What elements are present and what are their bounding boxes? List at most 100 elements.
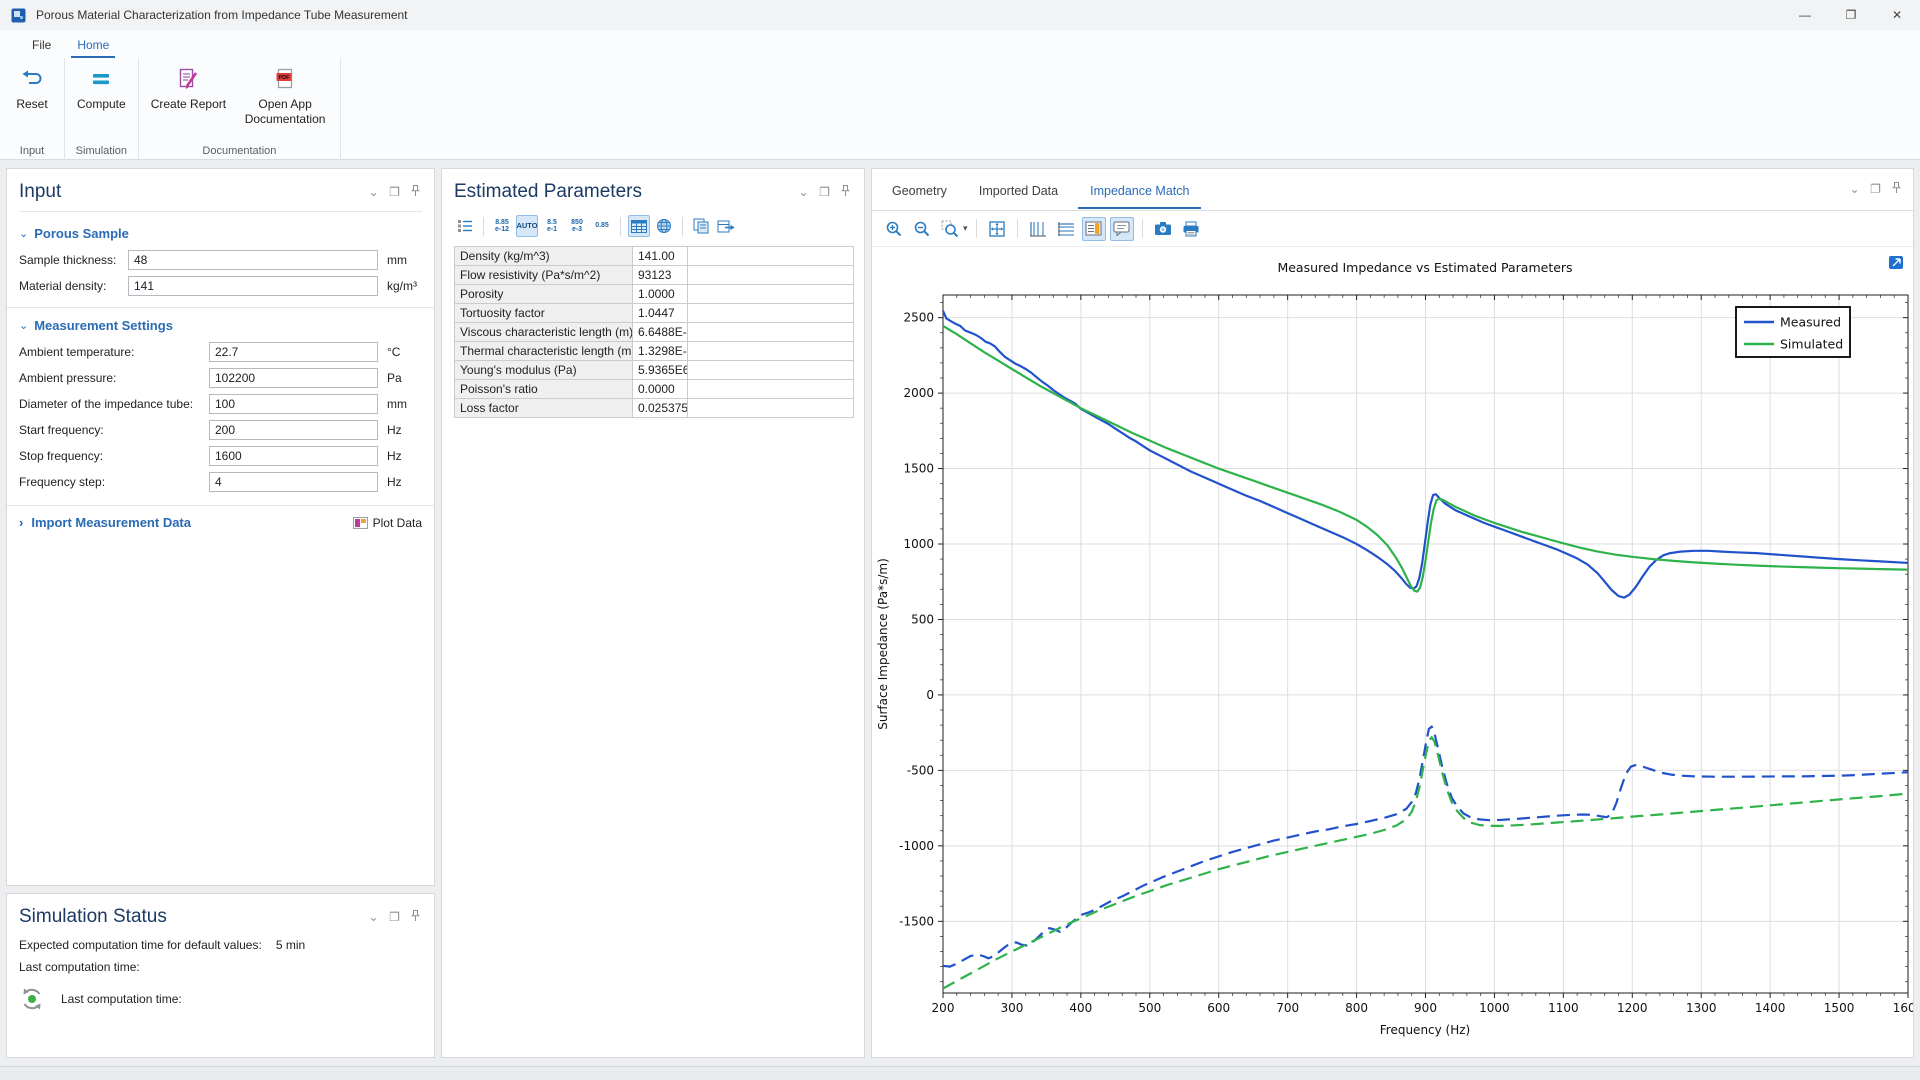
- table-row: Tortuosity factor1.0447: [455, 304, 854, 323]
- float-window-icon[interactable]: ❐: [388, 911, 401, 924]
- unit-label: Hz: [378, 423, 422, 437]
- x-tick-label: 1500: [1824, 1001, 1855, 1015]
- x-tick-label: 1400: [1755, 1001, 1786, 1015]
- create-report-button[interactable]: Create Report: [143, 60, 234, 114]
- legend-label-measured: Measured: [1780, 315, 1841, 330]
- ambient-temperature-field[interactable]: [209, 342, 378, 362]
- reset-button[interactable]: Reset: [4, 60, 60, 114]
- field-label: Material density:: [19, 279, 128, 293]
- material-density-field[interactable]: [128, 276, 378, 296]
- x-tick-label: 1100: [1548, 1001, 1579, 1015]
- section-measurement-settings[interactable]: ⌄ Measurement Settings: [7, 307, 434, 339]
- scientific-notation-button[interactable]: 8.85 e-12: [491, 215, 513, 237]
- x-tick-label: 500: [1138, 1001, 1161, 1015]
- zoom-in-icon[interactable]: [882, 217, 906, 241]
- legend-toggle-icon[interactable]: [1082, 217, 1106, 241]
- engineering-notation-e3-button[interactable]: 850 e-3: [566, 215, 588, 237]
- unit-label: mm: [378, 397, 422, 411]
- toolbar-separator: [976, 219, 977, 238]
- chevron-right-icon: ›: [19, 515, 23, 530]
- form-row: Start frequency: Hz: [7, 417, 434, 443]
- close-icon[interactable]: ✕: [1874, 0, 1920, 30]
- table-toolbar: 8.85 e-12 AUTO 8.5 e-1 850 e-3 0.85: [442, 209, 864, 244]
- engineering-notation-button[interactable]: 8.5 e-1: [541, 215, 563, 237]
- ribbon-group-documentation: Create Report PDF Open App Documentation…: [139, 58, 341, 160]
- compute-icon: [90, 66, 112, 92]
- refresh-status-icon: [19, 986, 45, 1012]
- tube-diameter-field[interactable]: [209, 394, 378, 414]
- maximize-icon[interactable]: ❐: [1828, 0, 1874, 30]
- collapse-chevron-icon[interactable]: ⌄: [367, 186, 380, 199]
- ribbon-tab-bar: File Home: [0, 30, 1920, 58]
- table-row: Loss factor0.025375: [455, 399, 854, 418]
- table-row: Porosity1.0000: [455, 285, 854, 304]
- camera-icon[interactable]: [1151, 217, 1175, 241]
- pin-icon[interactable]: [1890, 182, 1903, 197]
- plot-popout-icon[interactable]: [1889, 256, 1903, 269]
- table-view-icon[interactable]: [628, 215, 650, 237]
- y-tick-label: 0: [926, 688, 934, 702]
- x-tick-label: 200: [932, 1001, 955, 1015]
- expected-time-value: 5 min: [276, 938, 305, 952]
- toolbar-separator: [1142, 219, 1143, 238]
- field-label: Frequency step:: [19, 475, 209, 489]
- field-label: Ambient temperature:: [19, 345, 209, 359]
- unit-label: Hz: [378, 449, 422, 463]
- unit-label: °C: [378, 345, 422, 359]
- y-tick-label: -1500: [899, 914, 934, 928]
- x-tick-label: 1300: [1686, 1001, 1717, 1015]
- collapse-chevron-icon[interactable]: ⌄: [1848, 183, 1861, 196]
- frequency-step-field[interactable]: [209, 472, 378, 492]
- x-tick-label: 1600: [1893, 1001, 1913, 1015]
- x-tick-label: 900: [1414, 1001, 1437, 1015]
- print-icon[interactable]: [1179, 217, 1203, 241]
- collapse-chevron-icon[interactable]: ⌄: [797, 186, 810, 199]
- tab-file[interactable]: File: [26, 34, 57, 58]
- tab-impedance-match[interactable]: Impedance Match: [1078, 171, 1201, 209]
- ambient-pressure-field[interactable]: [209, 368, 378, 388]
- plot-data-button[interactable]: Plot Data: [353, 516, 422, 530]
- y-axis-log-icon[interactable]: [1054, 217, 1078, 241]
- import-measurement-data-section[interactable]: › Import Measurement Data: [19, 515, 191, 530]
- field-label: Diameter of the impedance tube:: [19, 397, 209, 411]
- impedance-chart: Measured Impedance vs Estimated Paramete…: [872, 247, 1913, 1059]
- pin-icon[interactable]: [409, 185, 422, 200]
- tab-imported-data[interactable]: Imported Data: [967, 171, 1070, 209]
- pin-icon[interactable]: [839, 185, 852, 200]
- open-app-documentation-button[interactable]: PDF Open App Documentation: [234, 60, 336, 129]
- globe-icon[interactable]: [653, 215, 675, 237]
- compute-button[interactable]: Compute: [69, 60, 134, 114]
- legend-label-simulated: Simulated: [1780, 337, 1843, 352]
- pdf-icon: PDF: [274, 66, 296, 92]
- tab-home[interactable]: Home: [71, 34, 115, 58]
- plot-area[interactable]: Measured Impedance vs Estimated Paramete…: [872, 247, 1913, 1057]
- float-window-icon[interactable]: ❐: [388, 186, 401, 199]
- zoom-box-icon[interactable]: [938, 217, 962, 241]
- float-window-icon[interactable]: ❐: [1869, 183, 1882, 196]
- tooltip-annotation-icon[interactable]: [1110, 217, 1134, 241]
- x-axis-log-icon[interactable]: [1026, 217, 1050, 241]
- last-time-status-row: Last computation time:: [7, 978, 434, 1020]
- ribbon-group-label: Documentation: [143, 143, 336, 160]
- float-window-icon[interactable]: ❐: [818, 186, 831, 199]
- minimize-icon[interactable]: —: [1782, 0, 1828, 30]
- pin-icon[interactable]: [409, 910, 422, 925]
- last-time-row: Last computation time:: [7, 956, 434, 978]
- y-axis-label: Surface Impedance (Pa*s/m): [876, 558, 890, 730]
- collapse-chevron-icon[interactable]: ⌄: [367, 911, 380, 924]
- zoom-extents-icon[interactable]: [985, 217, 1009, 241]
- x-tick-label: 300: [1000, 1001, 1023, 1015]
- automatic-notation-button[interactable]: AUTO: [516, 215, 538, 237]
- full-precision-icon[interactable]: [454, 215, 476, 237]
- export-table-icon[interactable]: [715, 215, 737, 237]
- decimal-notation-button[interactable]: 0.85: [591, 215, 613, 237]
- sample-thickness-field[interactable]: [128, 250, 378, 270]
- zoom-dropdown-caret-icon[interactable]: ▾: [963, 223, 968, 234]
- unit-label: kg/m³: [378, 279, 422, 293]
- tab-geometry[interactable]: Geometry: [880, 171, 959, 209]
- stop-frequency-field[interactable]: [209, 446, 378, 466]
- section-porous-sample[interactable]: ⌄ Porous Sample: [7, 218, 434, 247]
- copy-table-icon[interactable]: [690, 215, 712, 237]
- zoom-out-icon[interactable]: [910, 217, 934, 241]
- start-frequency-field[interactable]: [209, 420, 378, 440]
